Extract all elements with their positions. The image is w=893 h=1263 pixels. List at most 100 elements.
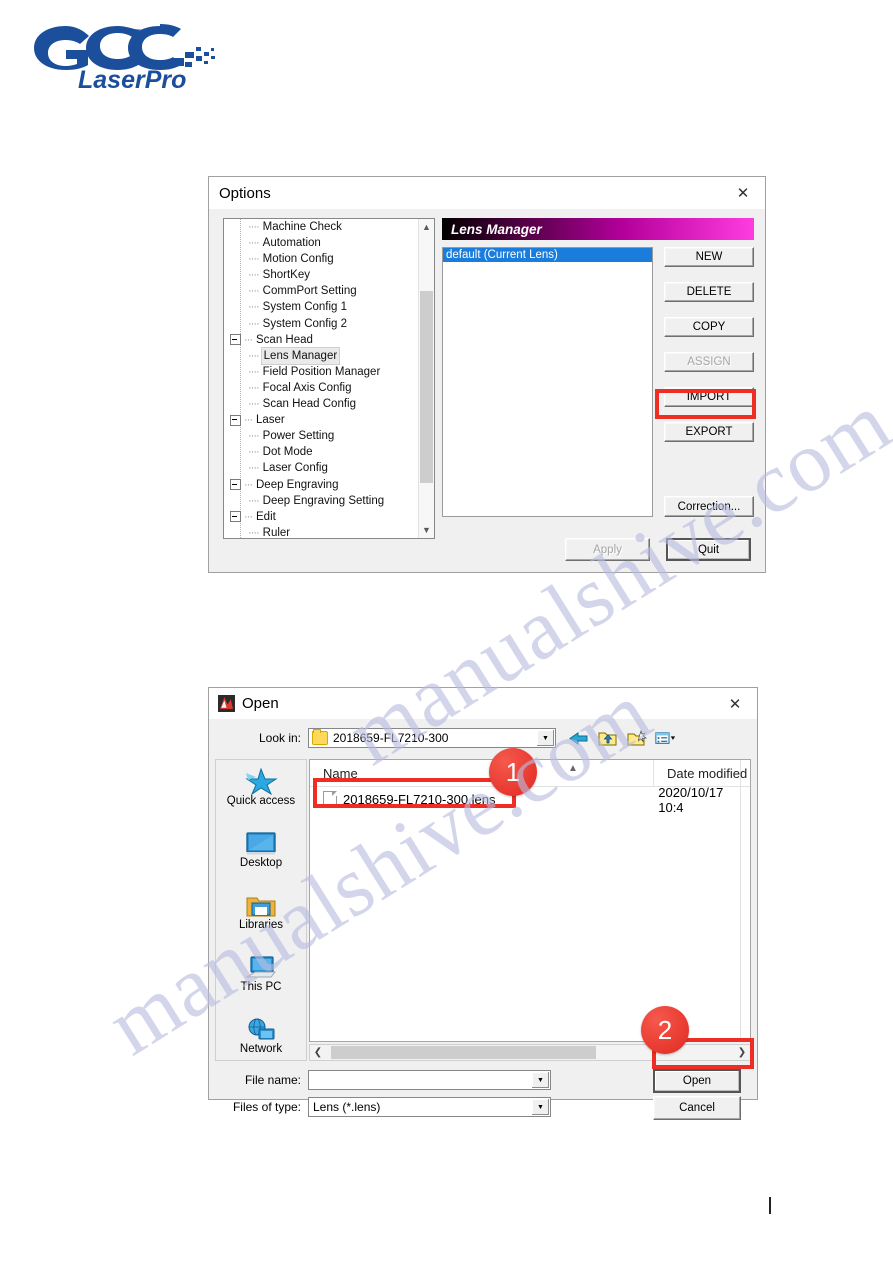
tree-item-edit[interactable]: ··· Edit — [224, 509, 419, 525]
chevron-down-icon[interactable]: ▼ — [536, 730, 554, 746]
collapse-icon[interactable] — [230, 414, 241, 426]
tree-connector: ···· — [248, 381, 260, 394]
file-date-cell: 2020/10/17 10:4 — [658, 784, 724, 815]
tree-connector: ···· — [248, 494, 260, 507]
options-title-bar: Options ✕ — [209, 177, 765, 210]
tree-item-label: Focal Axis Config — [262, 381, 352, 394]
delete-button[interactable]: DELETE — [664, 282, 754, 302]
close-icon[interactable]: ✕ — [713, 688, 757, 719]
scrollbar-thumb[interactable] — [331, 1046, 596, 1059]
tree-item-label: CommPort Setting — [262, 285, 357, 298]
place-quick-access[interactable]: Quick access — [216, 760, 306, 822]
lens-manager-panel: Lens Manager default (Current Lens) NEW D… — [442, 218, 754, 539]
tree-item-label: Laser Config — [262, 462, 328, 475]
tree-item-power-setting[interactable]: ···· Power Setting — [224, 428, 419, 444]
quit-button[interactable]: Quit — [666, 538, 751, 561]
desktop-icon — [245, 827, 277, 857]
tree-item-label: Machine Check — [262, 221, 342, 233]
tree-item-dot-mode[interactable]: ···· Dot Mode — [224, 444, 419, 460]
files-of-type-select[interactable]: Lens (*.lens) ▼ — [308, 1097, 551, 1117]
up-folder-icon[interactable] — [597, 729, 618, 748]
new-folder-icon[interactable] — [626, 729, 647, 748]
tree-connector: ··· — [244, 333, 253, 346]
tree-item-label: Motion Config — [262, 253, 334, 266]
tree-item-automation[interactable]: ···· Automation — [224, 235, 419, 251]
export-button[interactable]: EXPORT — [664, 422, 754, 442]
scrollbar-thumb[interactable] — [420, 291, 433, 483]
tree-item-motion-config[interactable]: ···· Motion Config — [224, 251, 419, 267]
place-label: Network — [239, 1043, 283, 1055]
annotation-badge-2: 2 — [641, 1006, 689, 1054]
place-desktop[interactable]: Desktop — [216, 822, 306, 884]
tree-item-scan-head[interactable]: ··· Scan Head — [224, 332, 419, 348]
places-bar: Quick access Desktop Libraries This PC Netwo… — [215, 759, 307, 1061]
tree-connector: ···· — [248, 253, 260, 266]
list-item[interactable]: default (Current Lens) — [443, 248, 652, 262]
tree-connector: ···· — [248, 237, 260, 250]
file-row-highlight-box — [313, 778, 516, 808]
copy-button[interactable]: COPY — [664, 317, 754, 337]
tree-item-focal-axis-config[interactable]: ···· Focal Axis Config — [224, 380, 419, 396]
place-libraries[interactable]: Libraries — [216, 884, 306, 946]
lens-list[interactable]: default (Current Lens) — [442, 247, 653, 517]
tree-item-system-config-1[interactable]: ···· System Config 1 — [224, 299, 419, 315]
tree-item-lens-manager[interactable]: ···· Lens Manager — [224, 346, 419, 365]
options-title: Options — [219, 184, 271, 202]
close-icon[interactable]: ✕ — [721, 177, 765, 208]
open-button[interactable]: Open — [653, 1069, 741, 1093]
tree-item-label: Lens Manager — [260, 346, 341, 365]
this-pc-icon — [245, 951, 277, 981]
tree-item-ruler[interactable]: ···· Ruler — [224, 525, 419, 538]
tree-item-label: Edit — [256, 510, 276, 523]
file-name-input[interactable]: ▼ — [308, 1070, 551, 1090]
correction-button[interactable]: Correction... — [664, 496, 754, 517]
collapse-icon[interactable] — [230, 334, 241, 346]
tree-connector: ···· — [248, 526, 260, 538]
tree-item-commport-setting[interactable]: ···· CommPort Setting — [224, 283, 419, 299]
tree-connector: ···· — [248, 285, 260, 298]
svg-text:LaserPro: LaserPro — [78, 66, 186, 94]
place-network[interactable]: Network — [216, 1008, 306, 1070]
tree-item-label: Field Position Manager — [262, 365, 381, 378]
files-of-type-label: Files of type: — [232, 1100, 301, 1114]
tree-scrollbar[interactable]: ▲ ▼ — [418, 219, 434, 538]
tree-connector: ···· — [248, 398, 260, 411]
collapse-icon[interactable] — [230, 511, 241, 523]
tree-item-system-config-2[interactable]: ···· System Config 2 — [224, 316, 419, 332]
tree-item-label: Laser — [256, 414, 285, 427]
tree-item-field-position-manager[interactable]: ···· Field Position Manager — [224, 364, 419, 380]
tree-item-label: Scan Head Config — [262, 398, 356, 411]
column-divider — [740, 760, 741, 1041]
tree-item-machine-check[interactable]: ···· Machine Check — [224, 219, 419, 235]
back-icon[interactable] — [568, 729, 589, 748]
options-footer-buttons: Apply Quit — [565, 538, 751, 561]
lens-action-buttons: NEW DELETE COPY ASSIGN IMPORT EXPORT — [664, 247, 754, 457]
scroll-down-icon[interactable]: ▼ — [419, 522, 434, 538]
tree-connector: ···· — [248, 462, 260, 475]
views-icon[interactable] — [655, 729, 676, 748]
new-button[interactable]: NEW — [664, 247, 754, 267]
tree-item-laser[interactable]: ··· Laser — [224, 412, 419, 428]
look-in-combo[interactable]: 2018659-FL7210-300 ▼ — [308, 728, 556, 748]
scroll-up-icon[interactable]: ▲ — [419, 219, 434, 235]
column-header-date[interactable]: Date modified — [653, 760, 747, 786]
cancel-button[interactable]: Cancel — [653, 1096, 741, 1120]
apply-button[interactable]: Apply — [565, 538, 650, 561]
assign-button[interactable]: ASSIGN — [664, 352, 754, 372]
tree-item-scan-head-config[interactable]: ···· Scan Head Config — [224, 396, 419, 412]
tree-item-deep-engraving[interactable]: ··· Deep Engraving — [224, 477, 419, 493]
logo-graphic: LaserPro — [34, 24, 215, 94]
place-this-pc[interactable]: This PC — [216, 946, 306, 1008]
tree-item-shortkey[interactable]: ···· ShortKey — [224, 267, 419, 283]
collapse-icon[interactable] — [230, 479, 241, 491]
tree-item-laser-config[interactable]: ···· Laser Config — [224, 460, 419, 476]
sort-ascending-icon: ▲ — [568, 763, 578, 774]
tree-connector: ···· — [248, 430, 260, 443]
chevron-down-icon[interactable]: ▼ — [531, 1072, 549, 1088]
scroll-left-icon[interactable]: ❮ — [310, 1047, 326, 1058]
tree-item-deep-engraving-setting[interactable]: ···· Deep Engraving Setting — [224, 493, 419, 509]
tree-connector: ··· — [244, 510, 253, 523]
file-name-label: File name: — [244, 1073, 301, 1087]
options-tree[interactable]: ···· Machine Check ···· Automation ···· Motio… — [224, 219, 419, 538]
chevron-down-icon[interactable]: ▼ — [531, 1099, 549, 1115]
